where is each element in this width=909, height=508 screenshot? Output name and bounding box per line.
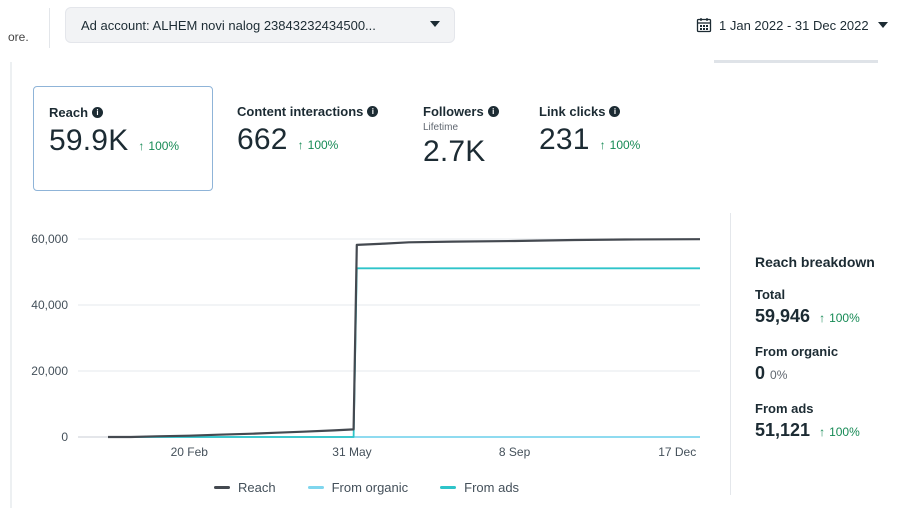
metric-title: Reach [49, 105, 89, 120]
ad-account-label: Ad account: ALHEM novi nalog 23843232434… [81, 17, 376, 33]
breakdown-label: From ads [755, 401, 814, 416]
metric-card-followers[interactable]: Followers i Lifetime 2.7K [408, 86, 518, 191]
legend-swatch [440, 486, 457, 489]
legend-item-from-organic[interactable]: From organic [307, 480, 409, 495]
ad-account-selector[interactable]: Ad account: ALHEM novi nalog 23843232434… [65, 7, 455, 43]
breakdown-from-ads: From ads 51,121 ↑ 100% [755, 401, 875, 441]
info-icon[interactable]: i [92, 107, 104, 118]
metric-title: Followers [423, 104, 484, 119]
calendar-icon [696, 18, 712, 33]
breakdown-change: ↑ 100% [819, 425, 860, 439]
metric-card-content-interactions[interactable]: Content interactions i 662 ↑ 100% [222, 86, 402, 191]
metric-value: 231 [539, 123, 590, 156]
date-range-label: 1 Jan 2022 - 31 Dec 2022 [719, 17, 869, 33]
legend-label: Reach [238, 480, 276, 495]
info-icon[interactable]: i [487, 106, 499, 117]
arrow-up-icon: ↑ [819, 311, 826, 325]
breakdown-change: ↑ 100% [819, 311, 860, 325]
metric-value: 59.9K [49, 124, 129, 157]
reach-breakdown: Reach breakdown Total 59,946 ↑ 100% From … [755, 254, 875, 441]
legend-swatch [307, 486, 324, 489]
info-icon[interactable]: i [367, 106, 379, 117]
metric-card-link-clicks[interactable]: Link clicks i 231 ↑ 100% [524, 86, 694, 191]
arrow-up-icon: ↑ [138, 139, 145, 153]
breakdown-value: 59,946 [755, 306, 811, 326]
breakdown-title: Reach breakdown [755, 254, 875, 270]
chart-legend: Reach From organic From ads [214, 480, 551, 495]
metric-title: Content interactions [237, 104, 364, 119]
breakdown-label: Total [755, 287, 786, 302]
metric-change: ↑ 100% [599, 138, 641, 152]
breakdown-label: From organic [755, 344, 839, 359]
arrow-up-icon: ↑ [599, 138, 606, 152]
metric-change: ↑ 100% [138, 139, 180, 153]
arrow-up-icon: ↑ [297, 138, 304, 152]
date-range-selector[interactable]: 1 Jan 2022 - 31 Dec 2022 [696, 13, 888, 37]
metric-value: 662 [237, 123, 288, 156]
breakdown-change: 0% [770, 368, 788, 382]
divider [730, 213, 731, 495]
metric-value: 2.7K [423, 135, 486, 168]
breakdown-total: Total 59,946 ↑ 100% [755, 287, 875, 327]
legend-label: From organic [331, 480, 409, 495]
legend-label: From ads [464, 480, 520, 495]
caret-down-icon [430, 21, 440, 27]
arrow-up-icon: ↑ [819, 425, 826, 439]
truncated-text-fragment: ore. [8, 30, 29, 44]
metric-change: ↑ 100% [297, 138, 339, 152]
legend-item-reach[interactable]: Reach [214, 480, 276, 495]
metric-subtitle: Lifetime [423, 122, 459, 133]
metric-card-reach[interactable]: Reach i 59.9K ↑ 100% [33, 86, 213, 191]
top-bar: ore. Ad account: ALHEM novi nalog 238432… [0, 0, 909, 52]
legend-swatch [214, 486, 230, 489]
tab-indicator [714, 60, 878, 63]
metric-title: Link clicks [539, 104, 606, 119]
breakdown-from-organic: From organic 0 0% [755, 344, 875, 384]
breakdown-value: 0 [755, 363, 766, 383]
breakdown-value: 51,121 [755, 420, 811, 440]
caret-down-icon [877, 22, 888, 28]
legend-item-from-ads[interactable]: From ads [440, 480, 519, 495]
info-icon[interactable]: i [609, 106, 621, 117]
divider [49, 8, 50, 48]
